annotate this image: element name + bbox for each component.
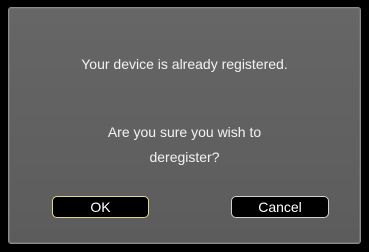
registered-message: Your device is already registered. [81, 56, 288, 72]
confirm-question-line-1: Are you sure you wish to [107, 124, 262, 140]
ok-button[interactable]: OK [52, 196, 149, 218]
cancel-button[interactable]: Cancel [231, 196, 329, 218]
screen-background: Your device is already registered. Are y… [0, 0, 369, 252]
deregister-dialog: Your device is already registered. Are y… [8, 7, 361, 244]
confirm-question-line-2: deregister? [149, 149, 220, 165]
